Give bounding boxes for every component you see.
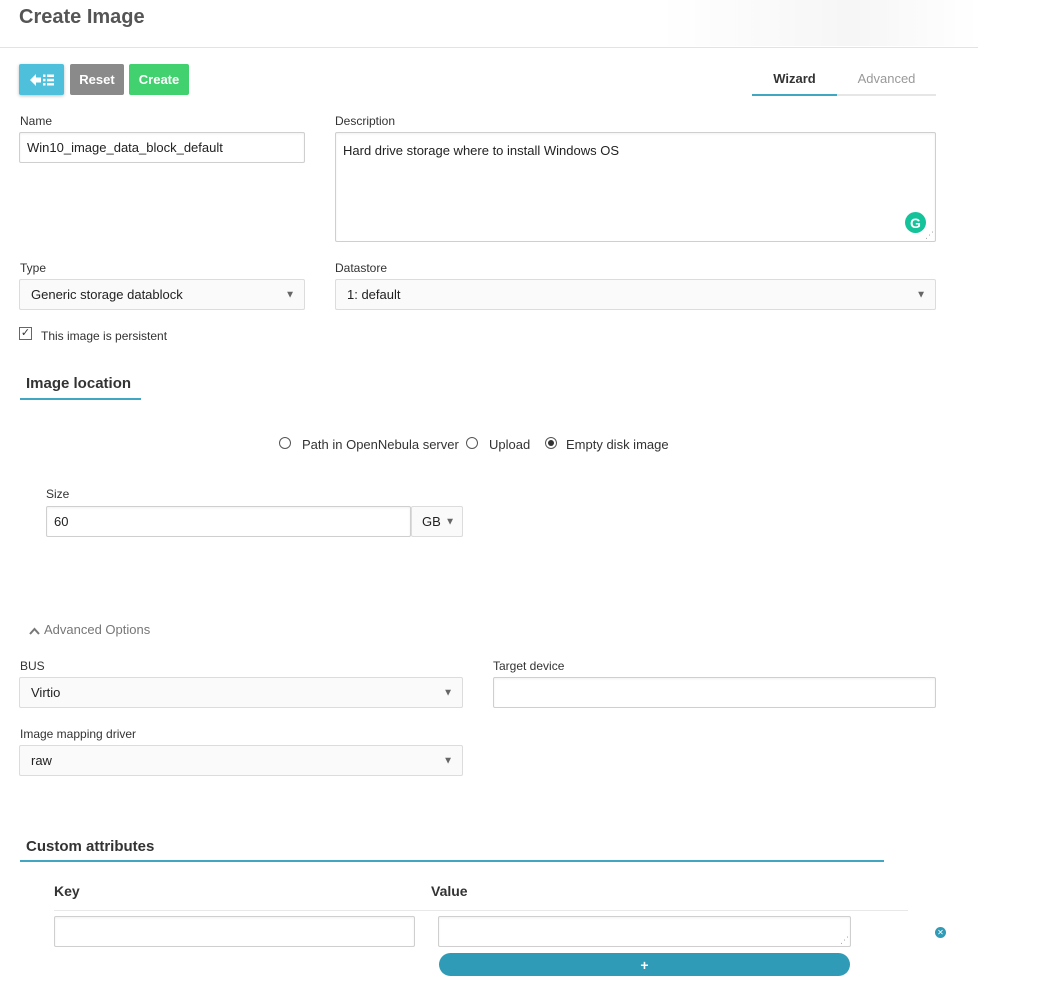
radio-upload-label: Upload	[489, 437, 531, 452]
datastore-select[interactable]: 1: default ▼	[335, 279, 936, 310]
custom-attributes-title: Custom attributes	[26, 838, 155, 855]
mapping-driver-label: Image mapping driver	[20, 727, 137, 741]
attribute-key-input[interactable]	[54, 916, 415, 947]
add-attribute-button[interactable]: +	[439, 953, 850, 976]
name-input[interactable]: Win10_image_data_block_default	[19, 132, 305, 163]
radio-path-label: Path in OpenNebula server	[302, 437, 459, 452]
header-background	[660, 0, 978, 46]
chevron-down-icon: ▼	[443, 687, 453, 698]
tab-wizard[interactable]: Wizard	[752, 71, 837, 96]
type-select[interactable]: Generic storage datablock ▼	[19, 279, 305, 310]
persistent-label: This image is persistent	[41, 329, 168, 343]
radio-empty-disk[interactable]	[545, 437, 557, 449]
description-textarea[interactable]: Hard drive storage where to install Wind…	[335, 132, 936, 242]
page-title: Create Image	[19, 6, 145, 28]
value-column-header: Value	[431, 883, 468, 899]
type-select-value: Generic storage datablock	[31, 287, 183, 302]
key-column-header: Key	[54, 883, 80, 899]
radio-upload[interactable]	[466, 437, 478, 449]
bus-select[interactable]: Virtio ▼	[19, 677, 463, 708]
mapping-driver-value: raw	[31, 753, 52, 768]
grammarly-icon[interactable]: G	[905, 212, 926, 233]
mode-tabs: Wizard Advanced	[752, 66, 936, 96]
chevron-down-icon: ▼	[443, 755, 453, 766]
type-label: Type	[20, 261, 47, 275]
image-location-title: Image location	[26, 375, 132, 392]
size-unit-select[interactable]: GB ▼	[411, 506, 463, 537]
chevron-down-icon: ▼	[916, 289, 926, 300]
size-unit-value: GB	[422, 514, 441, 529]
target-device-label: Target device	[493, 659, 565, 673]
back-button[interactable]	[19, 64, 64, 95]
table-header-divider	[54, 910, 908, 911]
mapping-driver-select[interactable]: raw ▼	[19, 745, 463, 776]
page-header: Create Image	[0, 0, 978, 48]
attribute-value-textarea[interactable]	[438, 916, 851, 947]
size-input[interactable]: 60	[46, 506, 411, 537]
chevron-up-icon	[29, 627, 40, 635]
datastore-label: Datastore	[335, 261, 388, 275]
tab-advanced[interactable]: Advanced	[837, 71, 936, 86]
bus-select-value: Virtio	[31, 685, 61, 700]
radio-empty-disk-label: Empty disk image	[566, 437, 669, 452]
reset-button[interactable]: Reset	[70, 64, 124, 95]
remove-row-icon[interactable]: ✕	[935, 927, 946, 938]
description-label: Description	[335, 114, 396, 128]
custom-attributes-underline	[20, 860, 884, 862]
radio-path[interactable]	[279, 437, 291, 449]
bus-label: BUS	[20, 659, 45, 673]
create-button[interactable]: Create	[129, 64, 189, 95]
resize-grip-icon[interactable]: ⋰	[840, 936, 849, 945]
advanced-options-toggle[interactable]: Advanced Options	[29, 622, 150, 637]
chevron-down-icon: ▼	[285, 289, 295, 300]
persistent-checkbox[interactable]: ✓	[19, 327, 32, 340]
advanced-options-label: Advanced Options	[44, 622, 151, 637]
name-label: Name	[20, 114, 53, 128]
target-device-input[interactable]	[493, 677, 936, 708]
size-label: Size	[46, 487, 70, 501]
chevron-down-icon: ▼	[445, 516, 455, 527]
image-location-underline	[20, 398, 141, 400]
datastore-select-value: 1: default	[347, 287, 401, 302]
back-list-icon	[29, 73, 54, 86]
resize-grip-icon[interactable]: ⋰	[925, 231, 934, 240]
